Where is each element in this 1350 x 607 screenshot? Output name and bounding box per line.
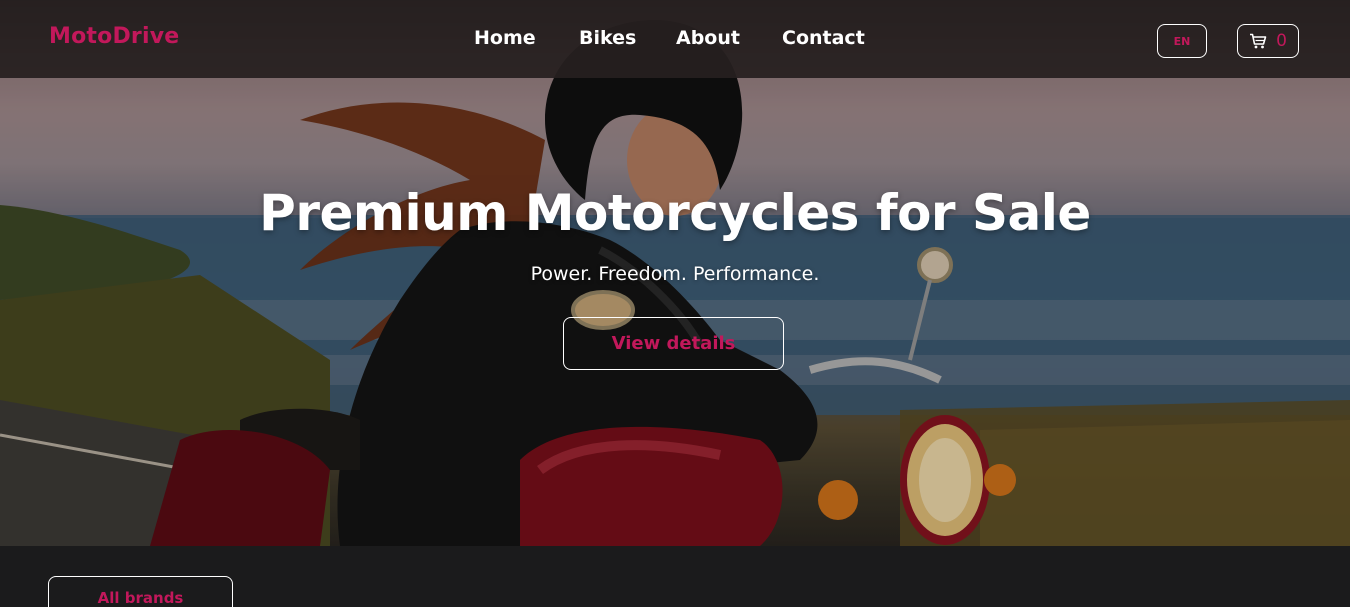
hero-subtitle: Power. Freedom. Performance. [530,263,820,285]
nav-link-contact[interactable]: Contact [782,27,865,49]
cart-icon [1250,33,1267,49]
nav-link-home[interactable]: Home [474,27,536,49]
hero-section: Premium Motorcycles for Sale Power. Free… [0,0,1350,546]
filter-bar: All brands [0,546,1350,607]
navbar: MotoDrive Home Bikes About Contact EN 0 [0,0,1350,78]
site-logo[interactable]: MotoDrive [49,24,179,49]
nav-link-about[interactable]: About [676,27,740,49]
cart-button[interactable]: 0 [1237,24,1299,58]
view-details-button[interactable]: View details [563,317,784,370]
language-button[interactable]: EN [1157,24,1207,58]
brand-filter-select[interactable]: All brands [48,576,233,607]
hero-title: Premium Motorcycles for Sale [259,184,1091,242]
cart-count: 0 [1276,31,1287,51]
nav-link-bikes[interactable]: Bikes [579,27,636,49]
